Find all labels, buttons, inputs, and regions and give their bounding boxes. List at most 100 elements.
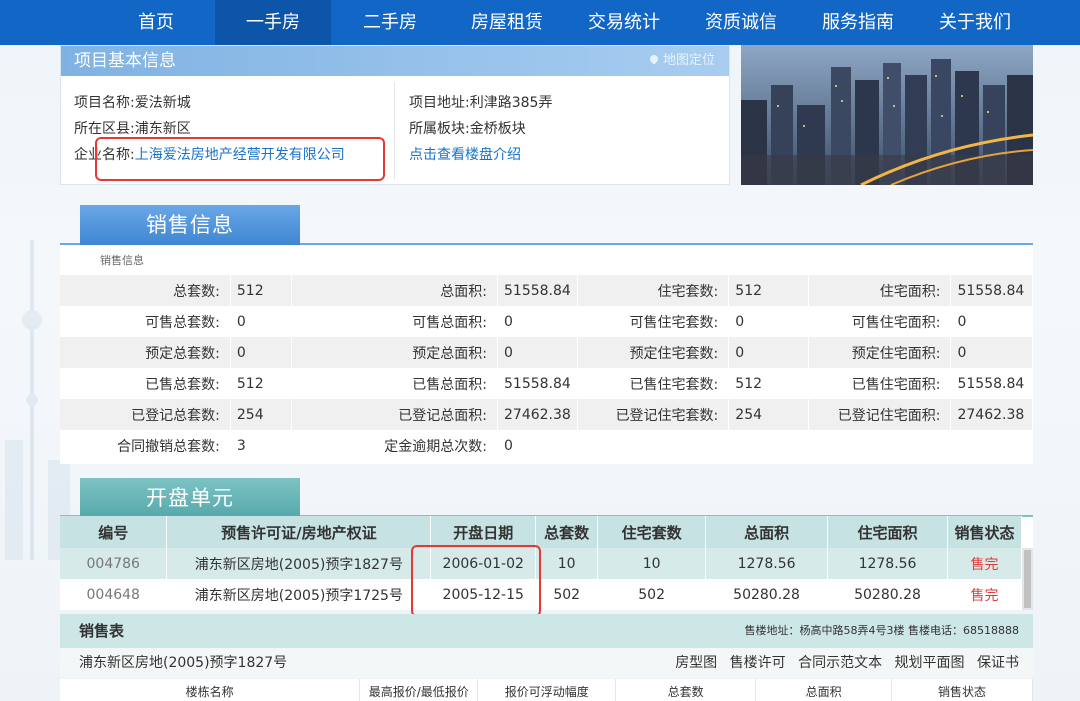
- main-nav: 首页 一手房 二手房 房屋租赁 交易统计 资质诚信 服务指南 关于我们: [0, 0, 1080, 45]
- sales-info-value: [728, 430, 810, 461]
- project-info-title: 项目基本信息: [74, 51, 176, 71]
- open-units-tab[interactable]: 开盘单元: [80, 478, 300, 518]
- sales-info-label: 已售总面积:: [291, 368, 498, 399]
- sales-info-table: 总套数: 512 总面积: 51558.84 住宅套数: 512 住宅面积: 51558.84…: [60, 275, 1033, 461]
- sales-sheet-header: 销售表 售楼地址：杨高中路58弄4号3楼 售楼电话：68518888: [60, 614, 1033, 648]
- sales-permit-link[interactable]: 售楼许可: [730, 655, 786, 671]
- units-column-header: 编号: [60, 516, 168, 548]
- sales-info-label: 已登记总面积:: [291, 399, 498, 430]
- unit-cell: 浦东新区房地(2005)预字1827号: [166, 548, 432, 579]
- nav-item-service[interactable]: 服务指南: [800, 0, 916, 45]
- sales-info-value: 27462.38: [950, 399, 1033, 430]
- sales-info-value: 51558.84: [497, 275, 578, 306]
- sales-info-label: 总套数:: [60, 275, 231, 306]
- info-divider: [394, 82, 395, 180]
- sales-info-label: 可售总套数:: [60, 306, 231, 337]
- sales-info-label: 可售住宅面积:: [808, 306, 952, 337]
- floor-plan-link[interactable]: 房型图: [675, 655, 717, 671]
- nav-item-credentials[interactable]: 资质诚信: [683, 0, 799, 45]
- sales-sheet-column-header: 总面积: [755, 679, 893, 701]
- project-intro-link[interactable]: 点击查看楼盘介绍: [409, 147, 521, 163]
- sales-info-label: 预定总套数:: [60, 337, 231, 368]
- district-label: 所在区县:: [74, 121, 135, 137]
- sales-info-label: 预定住宅套数:: [577, 337, 730, 368]
- sales-info-value: 512: [230, 368, 293, 399]
- sales-info-label: 住宅套数:: [577, 275, 730, 306]
- nav-item-second-hand[interactable]: 二手房: [332, 0, 448, 45]
- sales-info-label: 可售总面积:: [291, 306, 498, 337]
- block-label: 所属板块:: [409, 121, 470, 137]
- sales-office-info: 售楼地址：杨高中路58弄4号3楼 售楼电话：68518888: [744, 624, 1019, 637]
- units-column-header: 总套数: [535, 516, 599, 548]
- sales-info-label: 已售总套数:: [60, 368, 231, 399]
- unit-cell: 1278.56: [705, 548, 829, 579]
- nav-item-about[interactable]: 关于我们: [917, 0, 1033, 45]
- sales-info-value: 512: [230, 275, 293, 306]
- nav-item-new-house[interactable]: 一手房: [215, 0, 331, 45]
- district-value: 浦东新区: [134, 121, 191, 137]
- sales-sheet-table: 楼栋名称 最高报价/最低报价 报价可浮动幅度 总套数 总面积 销售状态: [60, 679, 1033, 701]
- map-location-link[interactable]: 地图定位: [648, 46, 715, 76]
- sales-info-caption: 销售信息: [100, 254, 144, 267]
- sales-info-value: 3: [230, 430, 293, 461]
- permit-number: 浦东新区房地(2005)预字1827号: [79, 655, 288, 671]
- nav-item-statistics[interactable]: 交易统计: [566, 0, 682, 45]
- unit-cell: 502: [597, 579, 707, 610]
- units-column-header: 销售状态: [947, 516, 1022, 548]
- nav-item-rental[interactable]: 房屋租赁: [449, 0, 565, 45]
- sales-info-row: 已登记总套数: 254 已登记总面积: 27462.38 已登记住宅套数: 254 已登记住…: [60, 399, 1033, 430]
- sales-info-value: 0: [950, 337, 1033, 368]
- sales-status: 售完: [947, 579, 1022, 610]
- sales-info-value: 51558.84: [950, 368, 1033, 399]
- sales-info-value: 51558.84: [497, 368, 578, 399]
- unit-id[interactable]: 004648: [60, 579, 168, 610]
- sales-info-label: 合同撤销总套数:: [60, 430, 231, 461]
- sales-info-value: 0: [497, 430, 578, 461]
- block-value: 金桥板块: [469, 121, 526, 137]
- sales-info-row: 已售总套数: 512 已售总面积: 51558.84 已售住宅套数: 512 已售住宅面积:…: [60, 368, 1033, 399]
- units-column-header: 住宅套数: [597, 516, 707, 548]
- map-pin-icon: [648, 53, 660, 65]
- project-name-value: 爱法新城: [134, 95, 191, 111]
- sales-info-row: 总套数: 512 总面积: 51558.84 住宅套数: 512 住宅面积: 51558.84: [60, 275, 1033, 306]
- sales-info-value: 512: [728, 368, 810, 399]
- units-scrollbar[interactable]: [1022, 548, 1033, 610]
- sales-sheet-column-header: 楼栋名称: [60, 679, 361, 701]
- sales-info-value: 0: [728, 306, 810, 337]
- unit-cell: 浦东新区房地(2005)预字1725号: [166, 579, 432, 610]
- project-name-row: 项目名称:爱法新城: [74, 90, 345, 116]
- units-column-header: 预售许可证/房地产权证: [166, 516, 432, 548]
- units-scrollbar-thumb[interactable]: [1024, 550, 1031, 608]
- sales-info-value: 0: [497, 306, 578, 337]
- units-column-header: 总面积: [705, 516, 829, 548]
- open-units-table: 编号 预售许可证/房地产权证 开盘日期 总套数 住宅套数 总面积 住宅面积 销售状态 0047…: [60, 516, 1022, 610]
- unit-cell: 1278.56: [827, 548, 948, 579]
- unit-cell: 10: [597, 548, 707, 579]
- guarantee-link[interactable]: 保证书: [977, 655, 1019, 671]
- sales-info-value: 51558.84: [950, 275, 1033, 306]
- sales-info-label: 已登记住宅套数:: [577, 399, 730, 430]
- sales-info-row: 合同撤销总套数: 3 定金逾期总次数: 0: [60, 430, 1033, 461]
- unit-cell: 10: [535, 548, 599, 579]
- project-info-right: 项目地址:利津路385弄 所属板块:金桥板块 点击查看楼盘介绍: [409, 90, 552, 168]
- unit-id[interactable]: 004786: [60, 548, 168, 579]
- unit-cell: 50280.28: [827, 579, 948, 610]
- sales-sheet-permit-row: 浦东新区房地(2005)预字1827号 房型图 售楼许可 合同示范文本 规划平面…: [60, 648, 1033, 678]
- contract-template-link[interactable]: 合同示范文本: [798, 655, 882, 671]
- sales-sheet-links: 房型图 售楼许可 合同示范文本 规划平面图 保证书: [667, 648, 1019, 678]
- address-row: 项目地址:利津路385弄: [409, 90, 552, 116]
- units-column-header: 开盘日期: [430, 516, 537, 548]
- nav-item-home[interactable]: 首页: [98, 0, 214, 45]
- sales-info-tab[interactable]: 销售信息: [80, 205, 300, 245]
- sales-info-label: 预定住宅面积:: [808, 337, 952, 368]
- project-photo: [741, 45, 1033, 185]
- sales-info-value: 0: [497, 337, 578, 368]
- sales-info-value: [950, 430, 1033, 461]
- unit-cell: 50280.28: [705, 579, 829, 610]
- sales-info-row: 可售总套数: 0 可售总面积: 0 可售住宅套数: 0 可售住宅面积: 0: [60, 306, 1033, 337]
- sales-info-label: 定金逾期总次数:: [291, 430, 498, 461]
- sales-info-label: 总面积:: [291, 275, 498, 306]
- site-plan-link[interactable]: 规划平面图: [895, 655, 965, 671]
- sales-info-label: [808, 430, 952, 461]
- sales-info-value: 0: [230, 306, 293, 337]
